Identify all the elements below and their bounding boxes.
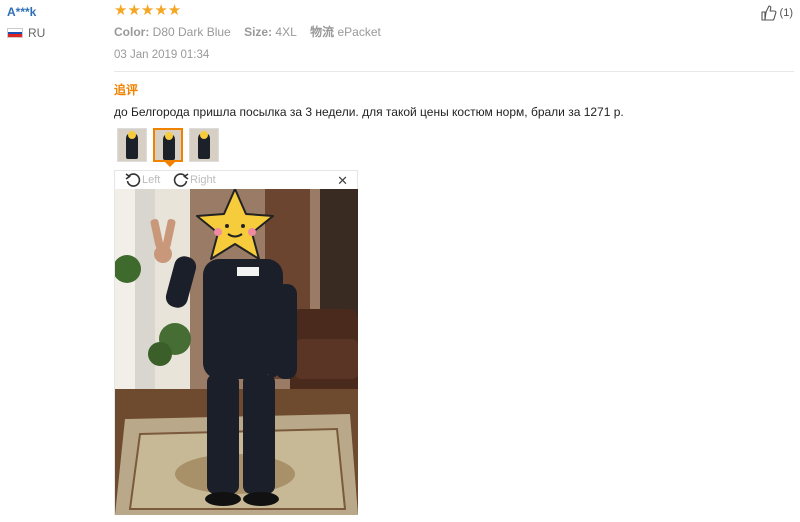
- star-rating: ★★★★★: [114, 2, 182, 19]
- divider: [114, 71, 794, 72]
- attr-color-value: D80 Dark Blue: [152, 25, 231, 39]
- thumbs-up-icon: [760, 5, 776, 21]
- review-photo: [115, 189, 358, 515]
- attr-shipping-value: ePacket: [337, 25, 381, 39]
- followup-label: 追评: [114, 83, 139, 97]
- reviewer-column: A***k RU: [0, 0, 105, 522]
- photo-thumbnail-2[interactable]: [153, 128, 183, 162]
- reviewer-name[interactable]: A***k: [7, 5, 36, 19]
- rotate-left-button[interactable]: Left: [124, 172, 160, 188]
- photo-thumbnails: [117, 128, 225, 162]
- photo-thumbnail-1[interactable]: [117, 128, 147, 162]
- review-photo-illustration: [115, 189, 358, 515]
- viewer-toolbar: Left Right ✕: [115, 171, 357, 189]
- review-text: до Белгорода пришла посылка за 3 недели.…: [114, 105, 624, 119]
- attr-size-key: Size:: [244, 25, 273, 39]
- attr-color-key: Color:: [114, 25, 150, 39]
- rotate-right-label: Right: [190, 174, 216, 186]
- photo-viewer: Left Right ✕: [114, 170, 358, 515]
- review-body: ★★★★★ Color: D80 Dark Blue Size: 4XL 物流 …: [114, 0, 800, 522]
- helpful-button[interactable]: (1): [760, 4, 793, 22]
- rotate-left-icon: [125, 173, 141, 187]
- attr-size-value: 4XL: [275, 25, 297, 39]
- active-thumbnail-pointer: [165, 162, 175, 167]
- rotate-right-icon: [173, 173, 189, 187]
- attr-shipping-key: 物流: [310, 25, 335, 39]
- rotate-left-label: Left: [142, 174, 161, 186]
- reviewer-country: RU: [28, 26, 46, 40]
- photo-thumbnail-3[interactable]: [189, 128, 219, 162]
- order-attributes: Color: D80 Dark Blue Size: 4XL 物流 ePacke…: [114, 23, 391, 40]
- rotate-right-button[interactable]: Right: [172, 172, 216, 188]
- russia-flag-icon: [7, 28, 23, 38]
- close-viewer-button[interactable]: ✕: [337, 173, 348, 189]
- helpful-count: (1): [779, 7, 793, 19]
- review-date: 03 Jan 2019 01:34: [114, 49, 210, 61]
